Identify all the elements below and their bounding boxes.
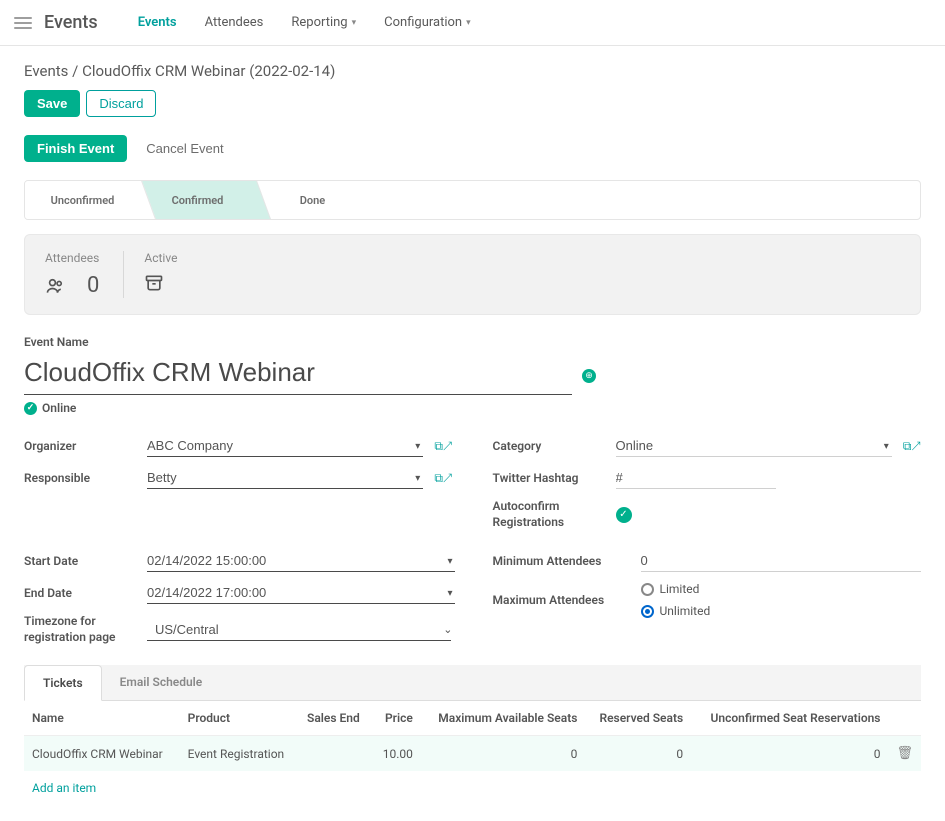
timezone-label: Timezone for registration page	[24, 614, 139, 645]
stat-attendees-label: Attendees	[45, 251, 99, 265]
category-label: Category	[493, 439, 608, 453]
hamburger-menu[interactable]	[14, 17, 32, 29]
cell-reserved: 0	[585, 736, 691, 772]
online-badge: Online	[42, 401, 76, 415]
chevron-down-icon: ▾	[352, 18, 357, 28]
tab-tickets[interactable]: Tickets	[24, 665, 102, 701]
unlimited-radio[interactable]: Unlimited	[641, 604, 711, 618]
stage-done[interactable]: Done	[255, 181, 370, 219]
nav-events[interactable]: Events	[138, 15, 177, 30]
trash-icon[interactable]: 🗑	[896, 746, 913, 761]
col-max-seats: Maximum Available Seats	[421, 701, 586, 736]
category-input[interactable]	[616, 435, 892, 457]
end-date-input[interactable]	[147, 582, 455, 604]
end-date-label: End Date	[24, 586, 139, 600]
workflow-stages: Unconfirmed Confirmed Done	[24, 180, 921, 220]
breadcrumb: Events / CloudOffix CRM Webinar (2022-02…	[24, 62, 921, 80]
app-brand: Events	[44, 12, 98, 33]
twitter-label: Twitter Hashtag	[493, 471, 608, 485]
finish-event-button[interactable]: Finish Event	[24, 135, 127, 162]
tickets-table: Name Product Sales End Price Maximum Ava…	[24, 701, 921, 771]
cell-name: CloudOffix CRM Webinar	[24, 736, 180, 772]
stat-active[interactable]: Active	[144, 251, 201, 298]
tab-email-schedule[interactable]: Email Schedule	[102, 665, 221, 700]
archive-icon	[144, 273, 164, 293]
table-row[interactable]: CloudOffix CRM Webinar Event Registratio…	[24, 736, 921, 772]
stat-active-label: Active	[144, 251, 177, 265]
cell-price: 10.00	[372, 736, 421, 772]
col-sales-end: Sales End	[299, 701, 372, 736]
chevron-down-icon: ▾	[466, 18, 471, 28]
cell-max-seats: 0	[421, 736, 586, 772]
min-attendees-label: Minimum Attendees	[493, 554, 633, 568]
col-reserved: Reserved Seats	[585, 701, 691, 736]
col-name: Name	[24, 701, 180, 736]
organizer-label: Organizer	[24, 439, 139, 453]
responsible-input[interactable]	[147, 467, 423, 489]
check-circle-icon: ✓	[24, 402, 37, 415]
nav-reporting[interactable]: Reporting▾	[291, 15, 356, 30]
cell-product: Event Registration	[180, 736, 299, 772]
cell-sales-end	[299, 736, 372, 772]
external-link-icon[interactable]: ⧉↗	[903, 439, 921, 454]
organizer-input[interactable]	[147, 435, 423, 457]
limited-radio[interactable]: Limited	[641, 582, 711, 596]
discard-button[interactable]: Discard	[86, 90, 156, 117]
event-name-label: Event Name	[24, 335, 921, 349]
external-link-icon[interactable]: ⧉↗	[434, 439, 452, 454]
timezone-select[interactable]	[147, 619, 451, 641]
stat-attendees-count: 0	[87, 273, 99, 298]
cell-unconfirmed: 0	[691, 736, 888, 772]
col-unconfirmed: Unconfirmed Seat Reservations	[691, 701, 888, 736]
autoconfirm-label: Autoconfirm Registrations	[493, 499, 608, 530]
people-icon	[45, 276, 65, 296]
responsible-label: Responsible	[24, 471, 139, 485]
nav-attendees[interactable]: Attendees	[205, 15, 264, 30]
col-product: Product	[180, 701, 299, 736]
stat-attendees[interactable]: Attendees 0	[45, 251, 124, 298]
save-button[interactable]: Save	[24, 90, 80, 117]
min-attendees-input[interactable]	[641, 550, 922, 572]
nav-configuration[interactable]: Configuration▾	[384, 15, 471, 30]
twitter-input[interactable]	[616, 467, 776, 489]
breadcrumb-root[interactable]: Events	[24, 62, 68, 80]
start-date-input[interactable]	[147, 550, 455, 572]
autoconfirm-checkbox[interactable]: ✓	[616, 507, 632, 523]
add-item-link[interactable]: Add an item	[24, 771, 921, 805]
breadcrumb-page: CloudOffix CRM Webinar (2022-02-14)	[82, 62, 335, 80]
start-date-label: Start Date	[24, 554, 139, 568]
stage-unconfirmed[interactable]: Unconfirmed	[25, 181, 140, 219]
stage-confirmed[interactable]: Confirmed	[140, 181, 255, 219]
external-link-icon[interactable]: ⧉↗	[434, 471, 452, 486]
max-attendees-label: Maximum Attendees	[493, 593, 633, 607]
globe-icon[interactable]: ⊕	[582, 369, 596, 383]
event-name-input[interactable]	[24, 355, 572, 395]
cancel-event-button[interactable]: Cancel Event	[133, 135, 236, 162]
